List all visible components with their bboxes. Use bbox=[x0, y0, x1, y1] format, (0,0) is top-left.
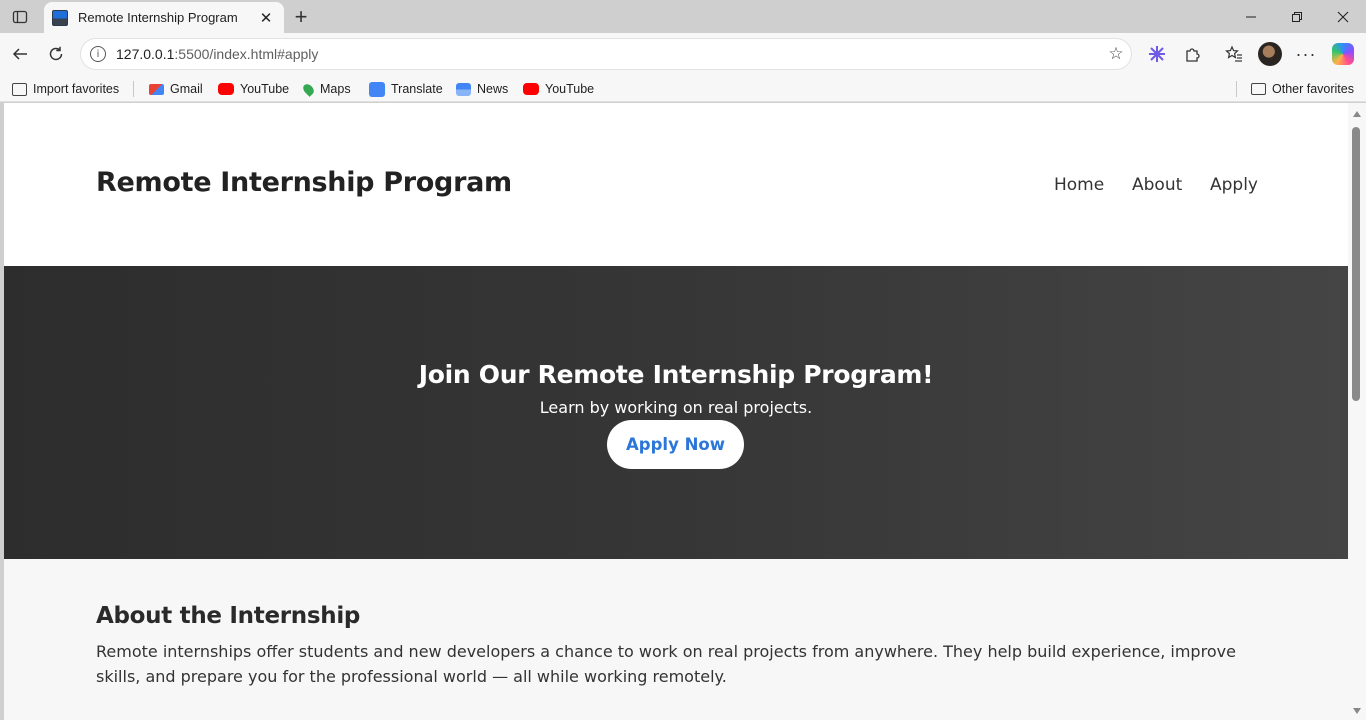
page-viewport: Remote Internship Program Home About App… bbox=[4, 103, 1348, 720]
bookmark-gmail[interactable]: Gmail bbox=[149, 79, 203, 99]
site-header: Remote Internship Program Home About App… bbox=[4, 103, 1348, 266]
more-options-icon[interactable]: ··· bbox=[1293, 42, 1319, 66]
address-bar[interactable]: i 127.0.0.1:5500/index.html#apply ☆ bbox=[80, 38, 1132, 70]
hero-subtitle: Learn by working on real projects. bbox=[539, 398, 813, 417]
nav-link-apply[interactable]: Apply bbox=[1210, 175, 1258, 195]
bookmark-label: Gmail bbox=[170, 82, 203, 96]
gmail-icon bbox=[149, 83, 164, 95]
url-host: 127.0.0.1 bbox=[116, 46, 175, 62]
bookmark-import-favorites[interactable]: Import favorites bbox=[12, 79, 119, 99]
bookmark-label: Import favorites bbox=[33, 82, 120, 96]
bookmark-label: YouTube bbox=[240, 82, 290, 96]
refresh-icon[interactable] bbox=[41, 39, 71, 69]
copilot-icon[interactable] bbox=[1332, 43, 1354, 65]
apply-now-button[interactable]: Apply Now bbox=[607, 420, 744, 469]
hero-title: Join Our Remote Internship Program! bbox=[418, 360, 934, 389]
scroll-down-arrow-icon[interactable] bbox=[1353, 708, 1361, 714]
tab-title: Remote Internship Program bbox=[78, 10, 238, 25]
bookmark-other-favorites[interactable]: Other favorites bbox=[1251, 79, 1354, 99]
scroll-up-arrow-icon[interactable] bbox=[1353, 111, 1361, 117]
bookmark-label: Translate bbox=[391, 82, 443, 96]
youtube-icon bbox=[218, 83, 234, 95]
bookmark-youtube[interactable]: YouTube bbox=[218, 79, 289, 99]
close-tab-icon[interactable]: ✕ bbox=[256, 8, 276, 28]
import-icon bbox=[12, 82, 27, 96]
bookmark-label: Other favorites bbox=[1272, 82, 1354, 96]
browser-toolbar: i 127.0.0.1:5500/index.html#apply ☆ ··· bbox=[0, 33, 1366, 75]
active-tab[interactable]: Remote Internship Program ✕ bbox=[44, 2, 284, 33]
close-window-icon[interactable] bbox=[1320, 0, 1366, 33]
profile-avatar[interactable] bbox=[1258, 42, 1282, 66]
restore-icon[interactable] bbox=[1274, 0, 1320, 33]
news-icon bbox=[456, 82, 471, 96]
url-path: :5500/index.html#apply bbox=[174, 46, 319, 62]
about-title: About the Internship bbox=[96, 603, 361, 629]
tab-actions-icon[interactable] bbox=[6, 4, 34, 30]
page-scrollbar[interactable] bbox=[1348, 103, 1366, 720]
bookmarks-bar: Import favorites Gmail YouTube Maps Tran… bbox=[0, 75, 1366, 102]
site-info-icon[interactable]: i bbox=[90, 46, 106, 62]
extensions-puzzle-icon[interactable] bbox=[1180, 42, 1206, 66]
folder-icon bbox=[1251, 83, 1266, 95]
bookmark-label: News bbox=[477, 82, 509, 96]
translate-icon bbox=[369, 81, 385, 97]
youtube-icon bbox=[523, 83, 539, 95]
page-favicon-icon bbox=[52, 9, 68, 26]
maps-icon bbox=[301, 81, 316, 97]
scroll-thumb[interactable] bbox=[1352, 127, 1360, 401]
bookmark-separator bbox=[133, 81, 134, 97]
extension-snowflake-icon[interactable] bbox=[1144, 42, 1170, 66]
bookmark-label: YouTube bbox=[545, 82, 595, 96]
nav-link-home[interactable]: Home bbox=[1054, 175, 1104, 195]
new-tab-icon[interactable]: + bbox=[288, 4, 314, 30]
about-section: About the Internship Remote internships … bbox=[4, 559, 1348, 720]
site-logo[interactable]: Remote Internship Program bbox=[96, 167, 512, 198]
bookmark-separator bbox=[1236, 81, 1237, 97]
favorite-star-icon[interactable]: ☆ bbox=[1101, 44, 1131, 64]
bookmark-maps[interactable]: Maps bbox=[301, 79, 351, 99]
hero-section: Join Our Remote Internship Program! Lear… bbox=[4, 266, 1348, 559]
minimize-icon[interactable] bbox=[1228, 0, 1274, 33]
nav-link-about[interactable]: About bbox=[1132, 175, 1182, 195]
bookmark-news[interactable]: News bbox=[456, 79, 508, 99]
back-icon[interactable] bbox=[5, 39, 35, 69]
browser-tab-bar: Remote Internship Program ✕ + bbox=[0, 0, 1366, 33]
about-text: Remote internships offer students and ne… bbox=[96, 642, 1236, 686]
url-text[interactable]: 127.0.0.1:5500/index.html#apply bbox=[116, 46, 1101, 62]
bookmark-translate[interactable]: Translate bbox=[369, 79, 443, 99]
favorites-icon[interactable] bbox=[1221, 42, 1247, 66]
bookmark-youtube-2[interactable]: YouTube bbox=[523, 79, 594, 99]
bookmark-label: Maps bbox=[320, 82, 351, 96]
